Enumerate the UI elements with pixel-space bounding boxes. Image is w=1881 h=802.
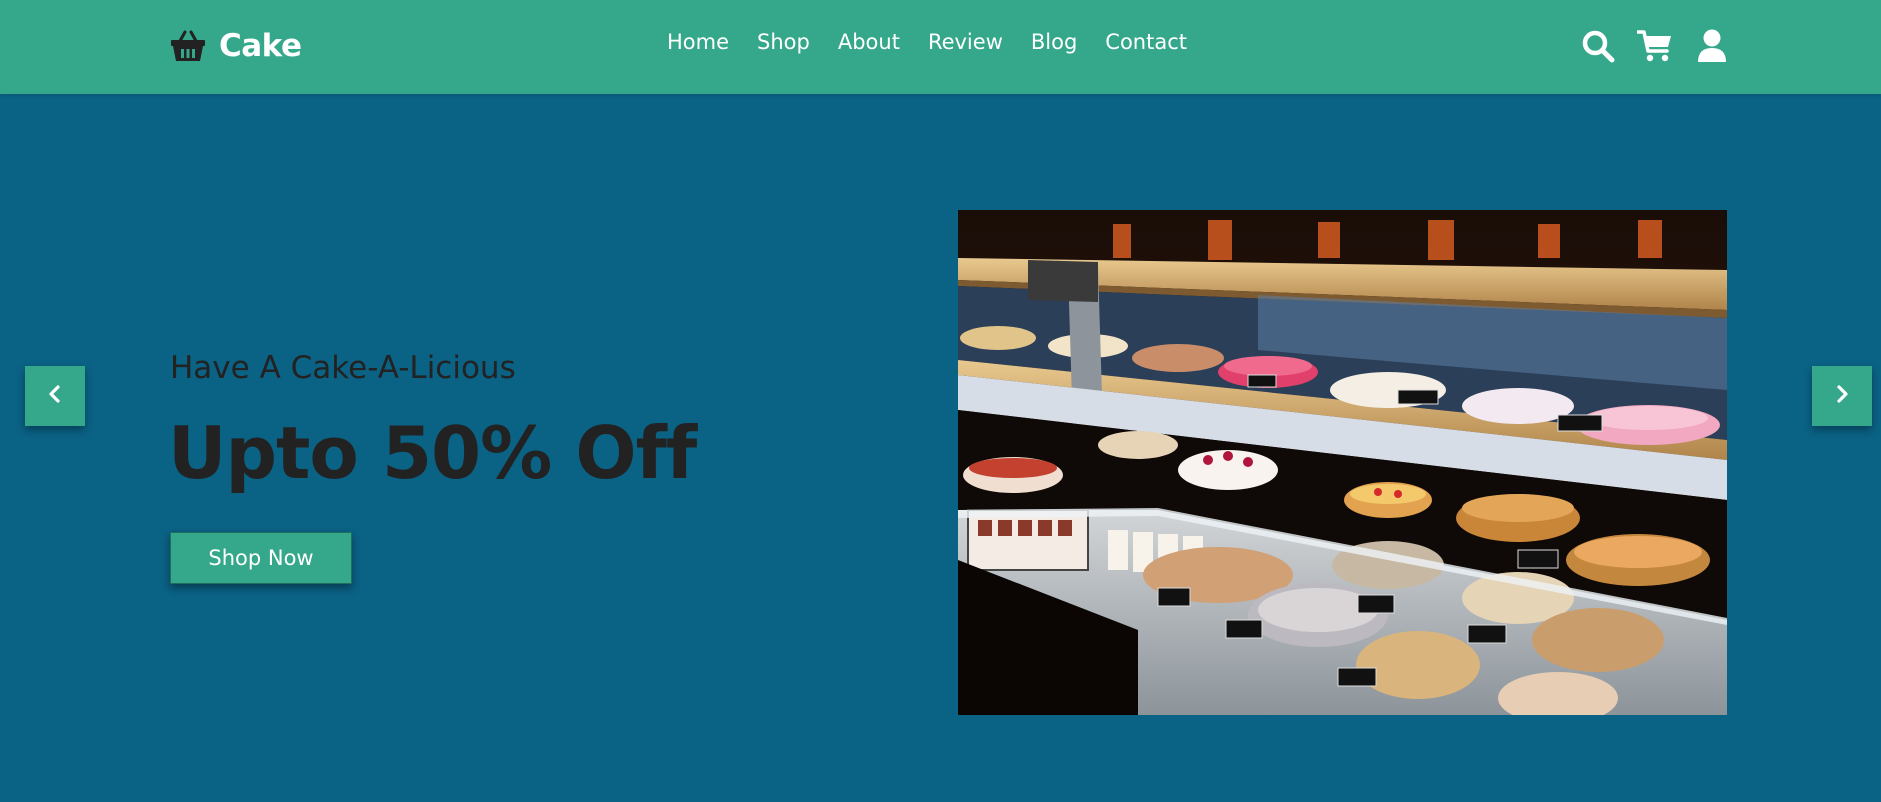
search-icon[interactable] <box>1580 28 1616 64</box>
user-icon[interactable] <box>1694 28 1730 64</box>
basket-icon <box>170 29 206 63</box>
hero-subtitle: Have A Cake-A-Licious <box>170 350 516 386</box>
page: Cake Home Shop About Review Blog Contact <box>0 0 1881 802</box>
header: Cake Home Shop About Review Blog Contact <box>0 0 1881 94</box>
main-nav: Home Shop About Review Blog Contact <box>667 30 1187 54</box>
chevron-right-icon <box>1831 383 1853 409</box>
slider-next-button[interactable] <box>1812 366 1872 426</box>
chevron-left-icon <box>44 383 66 409</box>
nav-contact[interactable]: Contact <box>1105 30 1187 54</box>
logo[interactable]: Cake <box>170 24 302 68</box>
shop-now-button[interactable]: Shop Now <box>170 532 352 584</box>
nav-shop[interactable]: Shop <box>757 30 810 54</box>
hero-image <box>958 210 1727 715</box>
brand-name: Cake <box>219 28 302 64</box>
header-icons <box>1580 28 1730 64</box>
slider-prev-button[interactable] <box>25 366 85 426</box>
nav-home[interactable]: Home <box>667 30 729 54</box>
nav-blog[interactable]: Blog <box>1031 30 1077 54</box>
hero-title: Upto 50% Off <box>168 411 697 495</box>
nav-about[interactable]: About <box>838 30 900 54</box>
cart-icon[interactable] <box>1636 28 1673 64</box>
nav-review[interactable]: Review <box>928 30 1003 54</box>
